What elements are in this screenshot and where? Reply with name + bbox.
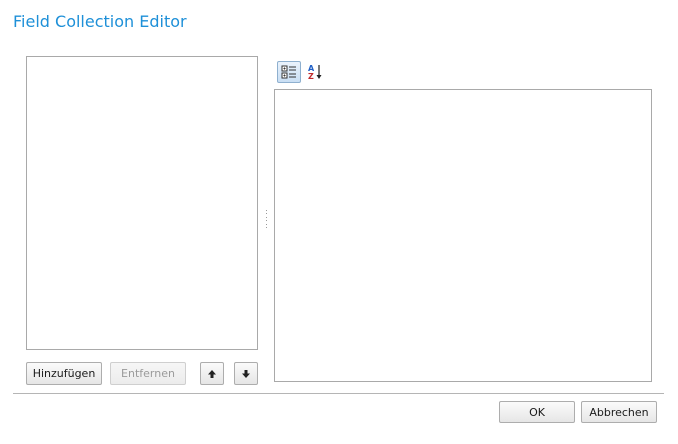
alpha-letter-z: Z bbox=[308, 72, 314, 81]
alphabetical-sort-button[interactable]: A Z bbox=[303, 61, 327, 83]
categorized-view-icon bbox=[281, 65, 296, 79]
add-button[interactable]: Hinzufügen bbox=[26, 362, 102, 385]
property-grid[interactable] bbox=[274, 89, 652, 382]
footer-separator bbox=[13, 393, 664, 394]
move-down-button[interactable] bbox=[234, 362, 258, 385]
remove-button[interactable]: Entfernen bbox=[110, 362, 186, 385]
splitter-grip[interactable] bbox=[266, 210, 268, 228]
sort-alphabetical-icon: A Z bbox=[308, 64, 322, 81]
arrow-down-icon bbox=[242, 369, 250, 378]
members-listbox[interactable] bbox=[26, 56, 258, 350]
ok-button[interactable]: OK bbox=[499, 401, 575, 423]
cancel-button[interactable]: Abbrechen bbox=[581, 401, 657, 423]
arrow-up-icon bbox=[208, 369, 216, 378]
dialog-title: Field Collection Editor bbox=[13, 12, 187, 31]
categorized-view-button[interactable] bbox=[277, 61, 301, 83]
move-up-button[interactable] bbox=[200, 362, 224, 385]
